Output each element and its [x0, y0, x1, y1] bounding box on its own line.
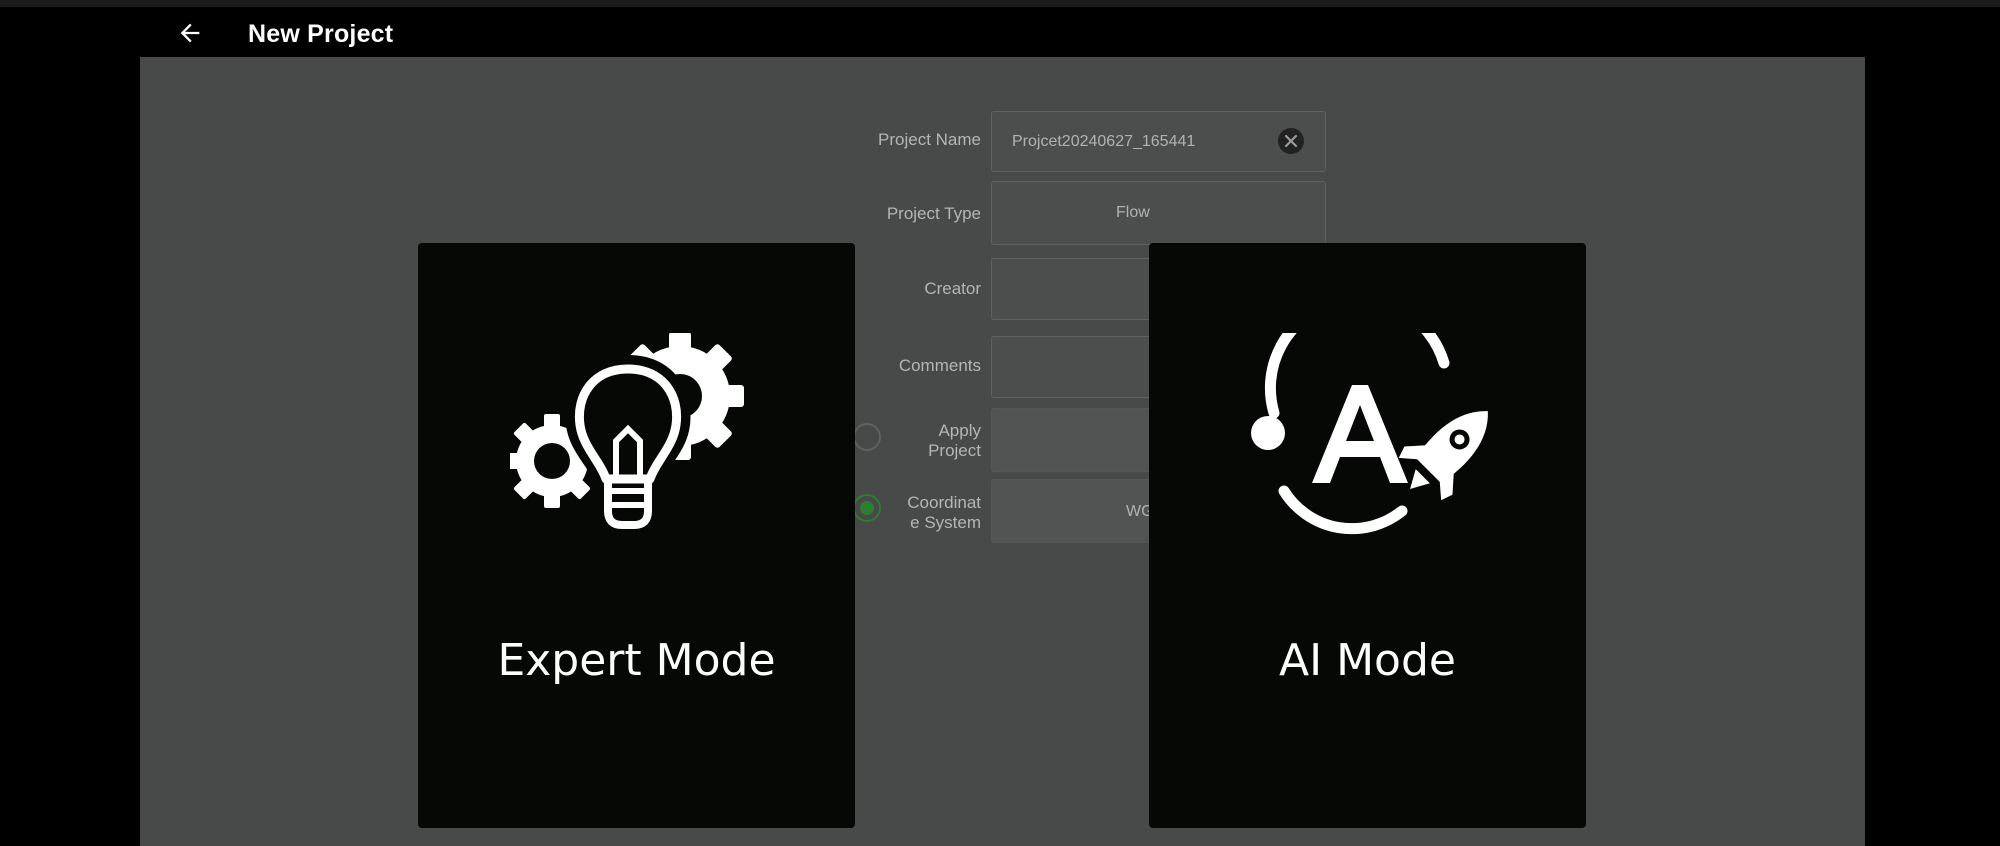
app-bar: New Project	[140, 7, 1865, 57]
ai-rocket-icon	[1251, 333, 1488, 535]
project-type-value: Flow	[1116, 204, 1150, 221]
ai-mode-card[interactable]: AI Mode	[1149, 243, 1586, 828]
project-name-value: Projcet20240627_165441	[1012, 133, 1196, 150]
lightbulb-gears-icon	[510, 333, 744, 533]
clear-project-name-button[interactable]	[1278, 128, 1304, 154]
back-button[interactable]	[170, 13, 210, 53]
new-project-form-dimmed: Project Name Projcet20240627_165441 Proj…	[140, 57, 1865, 846]
ai-mode-label: AI Mode	[1279, 635, 1456, 686]
project-name-input[interactable]: Projcet20240627_165441	[991, 111, 1326, 172]
project-type-label: Project Type	[886, 204, 981, 223]
project-name-label: Project Name	[878, 130, 981, 149]
project-type-select[interactable]: Flow	[991, 181, 1326, 245]
expert-mode-label: Expert Mode	[497, 635, 776, 686]
expert-mode-card[interactable]: Expert Mode	[418, 243, 855, 828]
arrow-left-icon	[180, 23, 200, 43]
window-top-edge	[0, 0, 2000, 7]
close-circle-icon	[1284, 134, 1298, 148]
page-title: New Project	[248, 20, 394, 48]
